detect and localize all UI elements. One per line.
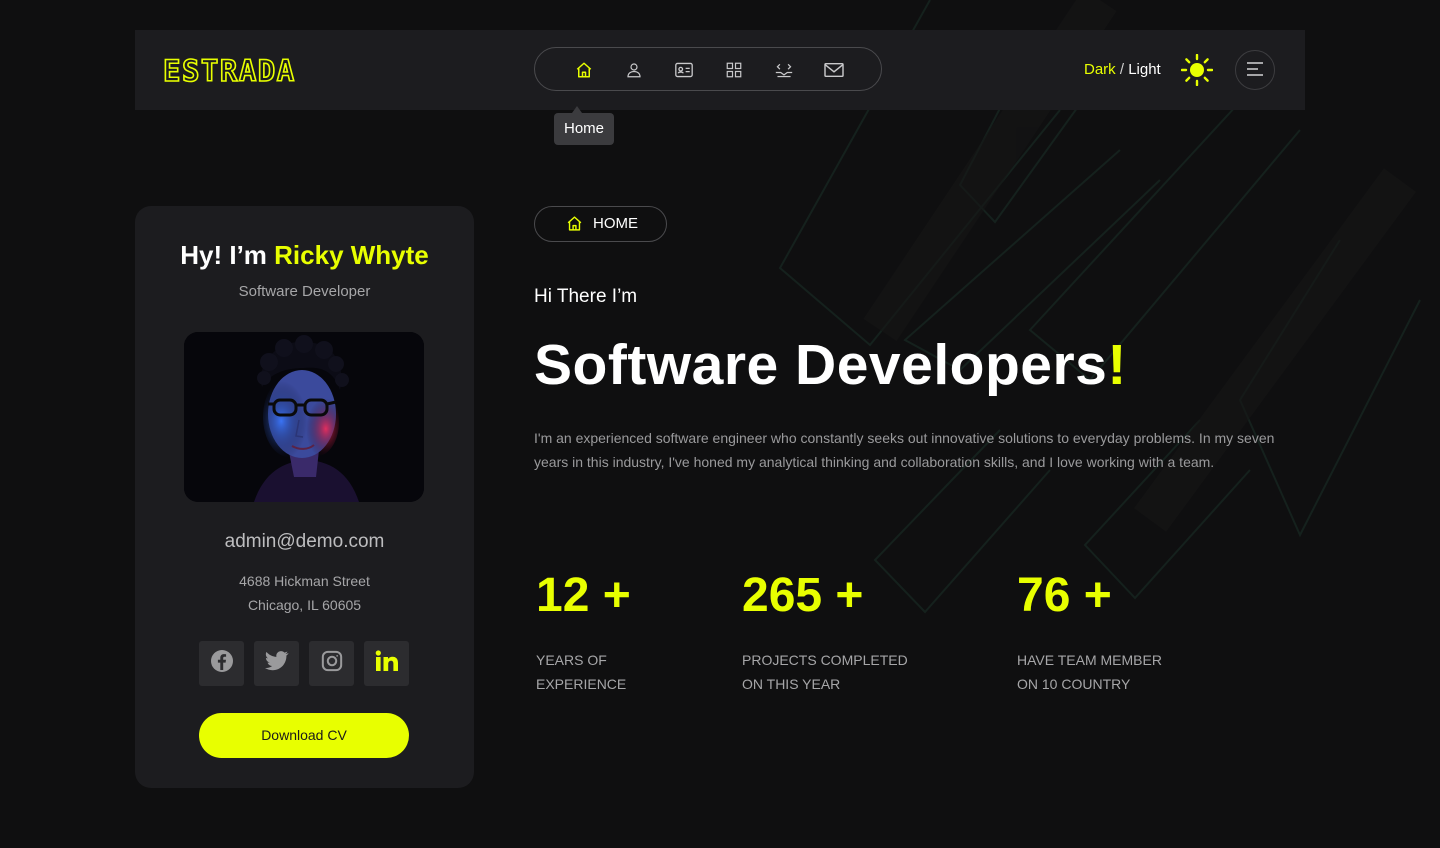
theme-separator: / xyxy=(1115,61,1129,78)
address-line-2: Chicago, IL 60605 xyxy=(247,597,362,613)
social-links xyxy=(199,641,411,687)
stat-experience: 12 + YEARS OF EXPERIENCE xyxy=(536,568,631,696)
stat-label-line-1: YEARS OF xyxy=(536,652,607,668)
nav-mail-icon[interactable] xyxy=(823,59,845,81)
theme-switch[interactable]: Dark / Light xyxy=(1084,60,1161,80)
section-chip-label: HOME xyxy=(593,215,638,232)
menu-button[interactable] xyxy=(1235,50,1275,90)
linkedin-button[interactable] xyxy=(364,641,409,686)
facebook-icon xyxy=(210,649,234,678)
theme-light-label[interactable]: Light xyxy=(1128,61,1161,78)
facebook-button[interactable] xyxy=(199,641,244,686)
profile-role: Software Developer xyxy=(238,283,371,300)
nav-grid-icon[interactable] xyxy=(723,59,745,81)
stat-label: PROJECTS COMPLETED ON THIS YEAR xyxy=(742,648,908,696)
theme-dark-label[interactable]: Dark xyxy=(1084,61,1116,78)
stat-label-line-2: EXPERIENCE xyxy=(536,676,627,692)
hero-headline: Software Developers! xyxy=(534,334,1127,396)
stat-label: YEARS OF EXPERIENCE xyxy=(536,648,631,696)
profile-card: Hy! I’m Ricky Whyte Software Developer a… xyxy=(135,206,474,788)
stat-label-line-1: HAVE TEAM MEMBER xyxy=(1017,652,1162,668)
twitter-icon xyxy=(264,650,289,677)
linkedin-icon xyxy=(375,650,399,677)
download-cv-button[interactable]: Download CV xyxy=(199,713,409,758)
nav-user-icon[interactable] xyxy=(623,59,645,81)
stat-label: HAVE TEAM MEMBER ON 10 COUNTRY xyxy=(1017,648,1162,696)
hero-headline-text: Software Developers xyxy=(534,333,1108,397)
profile-name: Ricky Whyte xyxy=(274,240,429,270)
top-navbar: ESTRADA Dark / Light xyxy=(135,30,1305,110)
main-nav xyxy=(534,47,882,91)
logo-text: ESTRADA xyxy=(163,55,296,85)
avatar xyxy=(184,332,424,502)
profile-email[interactable]: admin@demo.com xyxy=(135,531,474,553)
hero-greeting: Hi There I’m xyxy=(534,286,638,307)
twitter-button[interactable] xyxy=(254,641,299,686)
stat-value: 12 + xyxy=(536,569,631,622)
address-line-1: 4688 Hickman Street xyxy=(239,573,370,589)
site-logo[interactable]: ESTRADA xyxy=(163,55,315,85)
nav-id-card-icon[interactable] xyxy=(673,59,695,81)
home-icon xyxy=(566,215,583,237)
hero-headline-accent: ! xyxy=(1107,333,1127,397)
stat-label-line-1: PROJECTS COMPLETED xyxy=(742,652,908,668)
stat-label-line-2: ON THIS YEAR xyxy=(742,676,841,692)
profile-greeting: Hy! I’m xyxy=(180,240,275,270)
stat-team: 76 + HAVE TEAM MEMBER ON 10 COUNTRY xyxy=(1017,568,1162,696)
instagram-icon xyxy=(321,650,343,677)
nav-tooltip: Home xyxy=(554,106,614,145)
section-chip-home: HOME xyxy=(534,206,667,242)
stat-projects: 265 + PROJECTS COMPLETED ON THIS YEAR xyxy=(742,568,908,696)
nav-handshake-icon[interactable] xyxy=(773,59,795,81)
stat-value: 76 + xyxy=(1017,569,1112,622)
stat-value: 265 + xyxy=(742,569,864,622)
stat-label-line-2: ON 10 COUNTRY xyxy=(1017,676,1131,692)
sun-icon[interactable] xyxy=(1180,53,1214,87)
instagram-button[interactable] xyxy=(309,641,354,686)
hero-description: I'm an experienced software engineer who… xyxy=(534,430,1275,470)
profile-address: 4688 Hickman Street Chicago, IL 60605 xyxy=(135,569,474,617)
nav-home-icon[interactable] xyxy=(573,59,595,81)
menu-icon xyxy=(1246,61,1264,79)
profile-title: Hy! I’m Ricky Whyte xyxy=(135,240,474,270)
